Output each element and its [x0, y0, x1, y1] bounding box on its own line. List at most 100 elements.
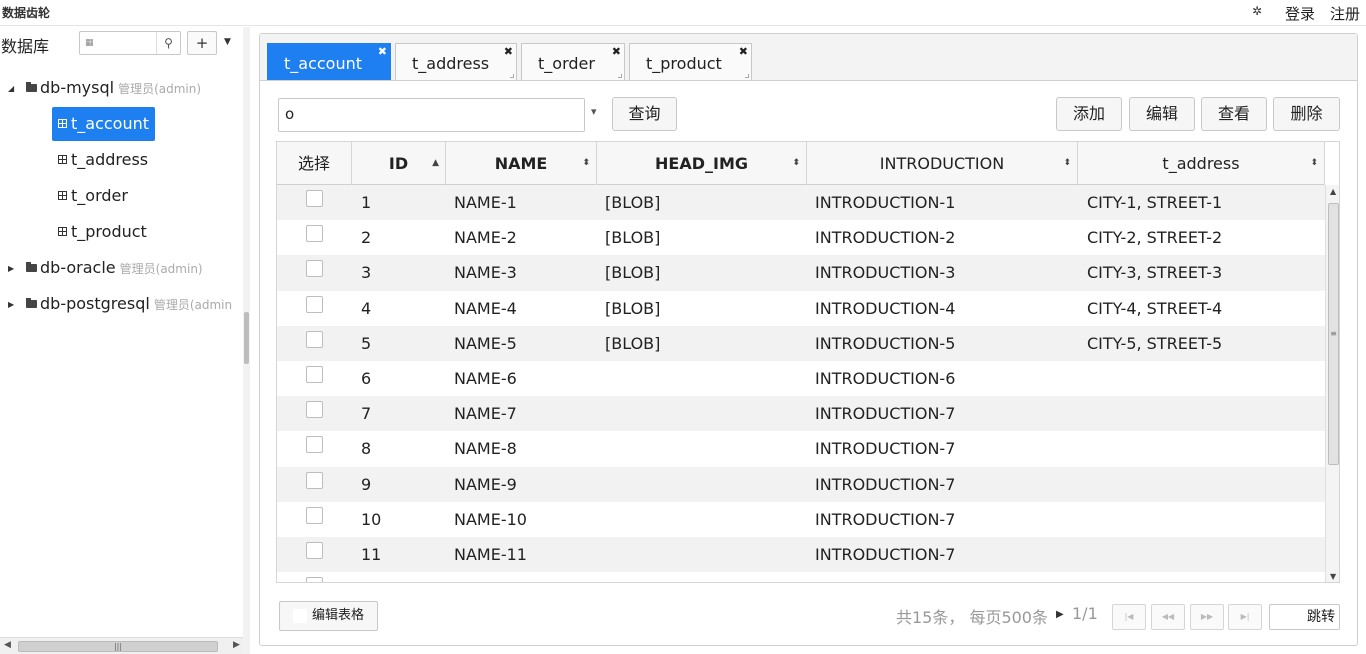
- table-row[interactable]: 4 NAME-4 [BLOB] INTRODUCTION-4 CITY-4, STREE…: [277, 291, 1325, 326]
- close-icon[interactable]: ✖: [504, 44, 513, 60]
- tab-t_order[interactable]: t_order ✖: [521, 43, 625, 80]
- add-button[interactable]: 添加: [1056, 97, 1122, 131]
- sort-icon[interactable]: ⬍: [1063, 142, 1071, 185]
- delete-button[interactable]: 删除: [1273, 97, 1340, 131]
- cell-intro: INTRODUCTION-7: [815, 439, 956, 459]
- table-row[interactable]: 8 NAME-8 INTRODUCTION-7: [277, 431, 1325, 466]
- tab-label: t_address: [412, 54, 490, 73]
- row-checkbox[interactable]: [306, 190, 323, 207]
- grid-vertical-scrollbar[interactable]: ▲ ≡ ▼: [1325, 185, 1339, 582]
- column-header-name[interactable]: NAME ⬍: [446, 142, 597, 185]
- search-icon[interactable]: ⚲: [156, 32, 180, 54]
- gear-icon[interactable]: ✲: [1252, 4, 1262, 18]
- tree-leaf-t_address[interactable]: t_address: [52, 143, 154, 177]
- row-checkbox[interactable]: [306, 436, 323, 454]
- chevron-down-icon[interactable]: ▼: [224, 37, 231, 47]
- edit-grid-button[interactable]: 编辑表格: [279, 601, 378, 631]
- scrollbar-thumb[interactable]: |||: [18, 641, 218, 652]
- table-row[interactable]: 7 NAME-7 INTRODUCTION-7: [277, 396, 1325, 432]
- resize-corner-icon: [510, 74, 514, 78]
- sort-asc-icon[interactable]: ▲: [432, 142, 439, 185]
- cell-name: NAME-9: [454, 474, 517, 494]
- tree-leaf-t_product[interactable]: t_product: [52, 215, 153, 249]
- query-button[interactable]: 查询: [612, 97, 677, 131]
- cell-address: CITY-1, STREET-1: [1087, 193, 1223, 212]
- close-icon[interactable]: ✖: [739, 44, 748, 60]
- collapsed-caret-icon[interactable]: ▶: [8, 254, 18, 284]
- scroll-up-icon[interactable]: ▲: [1330, 187, 1336, 196]
- row-checkbox[interactable]: [306, 295, 323, 313]
- table-icon: [58, 227, 67, 236]
- cell-name: NAME-8: [454, 439, 517, 459]
- table-row[interactable]: 6 NAME-6 INTRODUCTION-6: [277, 361, 1325, 396]
- row-checkbox[interactable]: [306, 225, 323, 243]
- tree-node-label: db-postgresql: [40, 294, 150, 313]
- folder-icon: [26, 81, 37, 92]
- table-row[interactable]: 2 NAME-2 [BLOB] INTRODUCTION-2 CITY-2, STREE…: [277, 220, 1325, 255]
- scrollbar-thumb[interactable]: ≡: [1328, 203, 1339, 465]
- tree-leaf-t_account[interactable]: t_account: [52, 107, 156, 141]
- scroll-right-icon[interactable]: ▶: [233, 640, 240, 650]
- chevron-down-icon[interactable]: ▾: [591, 105, 597, 118]
- grid-icon: [293, 609, 307, 623]
- pager-summary: 共15条， 每页500条: [896, 608, 1048, 627]
- table-row[interactable]: [277, 572, 1325, 582]
- sort-icon[interactable]: ⬍: [1310, 142, 1318, 185]
- tree-leaf-t_order[interactable]: t_order: [52, 179, 134, 213]
- sort-icon[interactable]: ⬍: [582, 142, 590, 185]
- row-checkbox[interactable]: [306, 577, 323, 582]
- table-row[interactable]: 9 NAME-9 INTRODUCTION-7: [277, 466, 1325, 502]
- next-page-button[interactable]: ▶▶: [1190, 604, 1224, 630]
- close-icon[interactable]: ✖: [378, 44, 387, 60]
- sort-icon[interactable]: ⬍: [792, 142, 800, 185]
- tree-node-db-mysql[interactable]: ◢ db-mysql 管理员(admin): [8, 73, 201, 103]
- column-header-head-img[interactable]: HEAD_IMG ⬍: [597, 142, 807, 185]
- table-row[interactable]: 11 NAME-11 INTRODUCTION-7: [277, 536, 1325, 573]
- sidebar-horizontal-scrollbar[interactable]: ◀ ||| ▶: [0, 637, 243, 654]
- row-checkbox[interactable]: [306, 260, 323, 278]
- login-link[interactable]: 登录: [1285, 3, 1315, 24]
- edit-button[interactable]: 编辑: [1129, 97, 1195, 131]
- prev-page-button[interactable]: ◀◀: [1151, 604, 1185, 630]
- tab-t_product[interactable]: t_product ✖: [629, 43, 752, 80]
- sidebar-search-input[interactable]: ▦ ⚲: [79, 31, 181, 55]
- table-row[interactable]: 5 NAME-5 [BLOB] INTRODUCTION-5 CITY-5, STREE…: [277, 325, 1325, 361]
- cell-id: 9: [361, 474, 372, 494]
- last-page-button[interactable]: ▶|: [1228, 604, 1262, 630]
- resize-corner-icon: [618, 74, 622, 78]
- tree-node-db-postgresql[interactable]: ▶ db-postgresql 管理员(admin: [8, 289, 232, 319]
- scroll-down-icon[interactable]: ▼: [1330, 572, 1336, 581]
- cell-intro: INTRODUCTION-5: [815, 333, 956, 353]
- scrollbar-thumb[interactable]: [244, 312, 249, 364]
- tab-t_account[interactable]: t_account ✖: [267, 43, 391, 80]
- view-button[interactable]: 查看: [1201, 97, 1267, 131]
- row-checkbox[interactable]: [306, 365, 323, 383]
- column-header-introduction[interactable]: INTRODUCTION ⬍: [807, 142, 1078, 185]
- expanded-caret-icon[interactable]: ◢: [8, 74, 18, 104]
- tree-node-db-oracle[interactable]: ▶ db-oracle 管理员(admin): [8, 253, 203, 283]
- page-size-caret-icon[interactable]: ▶: [1056, 609, 1064, 620]
- first-page-button[interactable]: |◀: [1112, 604, 1146, 630]
- register-link[interactable]: 注册: [1330, 3, 1360, 24]
- sidebar-vertical-scrollbar[interactable]: [243, 27, 250, 654]
- table-row[interactable]: 3 NAME-3 [BLOB] INTRODUCTION-3 CITY-3, STREE…: [277, 255, 1325, 291]
- row-checkbox[interactable]: [306, 506, 323, 524]
- collapsed-caret-icon[interactable]: ▶: [8, 290, 18, 320]
- row-checkbox[interactable]: [306, 541, 323, 559]
- close-icon[interactable]: ✖: [612, 44, 621, 60]
- column-header-id[interactable]: ID ▲: [352, 142, 446, 185]
- table-row[interactable]: 10 NAME-10 INTRODUCTION-7: [277, 502, 1325, 537]
- table-row[interactable]: 1 NAME-1 [BLOB] INTRODUCTION-1 CITY-1, STREE…: [277, 185, 1325, 221]
- tab-t_address[interactable]: t_address ✖: [395, 43, 517, 80]
- row-checkbox[interactable]: [306, 471, 323, 489]
- tree-leaf-label: t_product: [71, 222, 147, 241]
- tree-node-label: db-oracle: [40, 258, 116, 277]
- row-checkbox[interactable]: [306, 401, 323, 419]
- scroll-left-icon[interactable]: ◀: [4, 640, 11, 650]
- cell-head-img: [BLOB]: [605, 193, 661, 212]
- add-database-button[interactable]: +: [187, 31, 217, 55]
- column-header-t-address[interactable]: t_address ⬍: [1078, 142, 1325, 185]
- row-checkbox[interactable]: [306, 330, 323, 348]
- query-input[interactable]: o: [278, 98, 585, 132]
- jump-button[interactable]: 跳转: [1269, 604, 1340, 630]
